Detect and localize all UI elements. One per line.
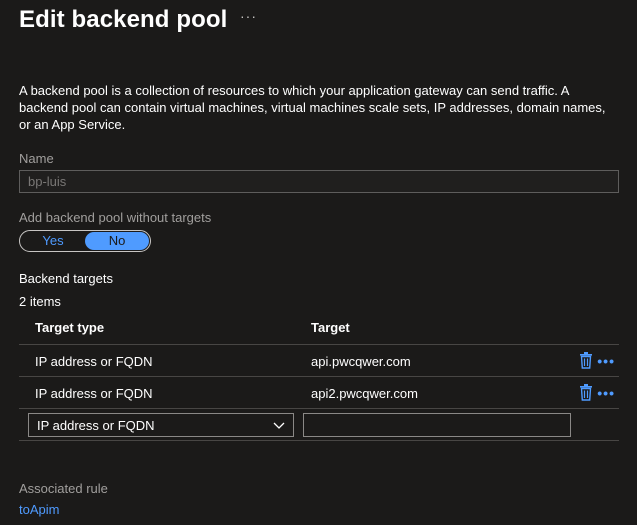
- column-header-target: Target: [311, 320, 350, 335]
- more-options-icon[interactable]: •••: [597, 385, 615, 401]
- column-header-target-type: Target type: [35, 320, 105, 335]
- row-actions: •••: [579, 352, 615, 369]
- associated-rule-link[interactable]: toApim: [19, 502, 59, 517]
- row-target: api.pwcqwer.com: [311, 354, 411, 369]
- edit-backend-pool-panel: Edit backend pool ··· A backend pool is …: [0, 0, 637, 525]
- table-header: Target type Target: [19, 313, 619, 345]
- table-row: IP address or FQDN api.pwcqwer.com •••: [19, 345, 619, 377]
- toggle-no-option[interactable]: No: [85, 232, 149, 250]
- backend-targets-heading: Backend targets: [19, 271, 113, 286]
- name-label: Name: [19, 151, 54, 166]
- trash-icon[interactable]: [579, 352, 593, 369]
- toggle-yes-option[interactable]: Yes: [21, 232, 85, 250]
- without-targets-toggle: Yes No: [19, 230, 151, 252]
- more-options-icon[interactable]: ···: [240, 8, 257, 24]
- chevron-down-icon: [273, 419, 285, 434]
- more-options-icon[interactable]: •••: [597, 353, 615, 369]
- page-title: Edit backend pool: [19, 6, 228, 33]
- row-target: api2.pwcqwer.com: [311, 386, 418, 401]
- items-count: 2 items: [19, 294, 61, 309]
- name-input: [19, 170, 619, 193]
- backend-targets-table: Target type Target IP address or FQDN ap…: [19, 313, 619, 441]
- description-text: A backend pool is a collection of resour…: [19, 83, 606, 132]
- target-input[interactable]: [303, 413, 571, 437]
- row-target-type: IP address or FQDN: [35, 354, 153, 369]
- table-row: IP address or FQDN api2.pwcqwer.com •••: [19, 377, 619, 409]
- associated-rule-label: Associated rule: [19, 481, 108, 496]
- row-target-type: IP address or FQDN: [35, 386, 153, 401]
- row-actions: •••: [579, 384, 615, 401]
- new-target-row: IP address or FQDN: [19, 409, 619, 441]
- target-type-dropdown[interactable]: IP address or FQDN: [28, 413, 294, 437]
- trash-icon[interactable]: [579, 384, 593, 401]
- target-type-selected: IP address or FQDN: [37, 418, 155, 433]
- without-targets-label: Add backend pool without targets: [19, 210, 212, 225]
